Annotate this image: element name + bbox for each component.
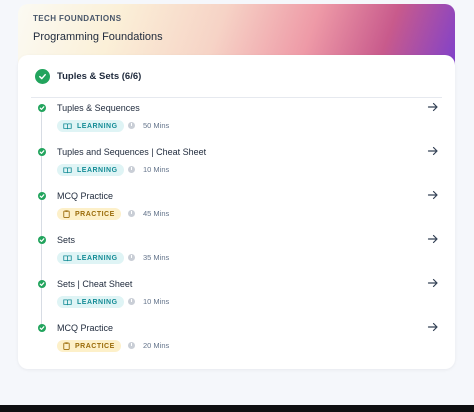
module-panel: Tuples & Sets (6/6) Tuples & Sequences L… [18, 55, 455, 369]
complete-check-icon [38, 192, 46, 200]
item-duration: 20 Mins [143, 341, 170, 350]
arrow-right-icon[interactable] [427, 145, 439, 157]
learning-badge: LEARNING [57, 296, 124, 308]
clock-icon [128, 254, 135, 261]
complete-check-icon [38, 236, 46, 244]
practice-badge: PRACTICE [57, 340, 121, 352]
arrow-right-icon[interactable] [427, 189, 439, 201]
item-duration: 35 Mins [143, 253, 170, 262]
book-icon [63, 122, 72, 129]
badge-label: PRACTICE [75, 210, 115, 218]
item-duration: 50 Mins [143, 121, 170, 130]
badge-label: LEARNING [77, 122, 118, 130]
clock-icon [128, 122, 135, 129]
complete-check-icon [38, 324, 46, 332]
list-item[interactable]: Tuples and Sequences | Cheat Sheet LEARN… [18, 145, 455, 191]
practice-badge: PRACTICE [57, 208, 121, 220]
arrow-right-icon[interactable] [427, 101, 439, 113]
badge-label: LEARNING [77, 298, 118, 306]
complete-check-icon [38, 104, 46, 112]
section-title: Tuples & Sets (6/6) [57, 71, 142, 82]
course-category: TECH FOUNDATIONS [33, 14, 122, 23]
learning-badge: LEARNING [57, 120, 124, 132]
section-complete-check-icon [35, 69, 50, 84]
item-title[interactable]: Tuples and Sequences | Cheat Sheet [57, 147, 206, 157]
item-duration: 10 Mins [143, 297, 170, 306]
item-title[interactable]: Sets | Cheat Sheet [57, 279, 132, 289]
divider [31, 97, 442, 98]
clock-icon [128, 166, 135, 173]
item-title[interactable]: Tuples & Sequences [57, 103, 140, 113]
list-item[interactable]: Sets LEARNING 35 Mins [18, 233, 455, 279]
clock-icon [128, 298, 135, 305]
arrow-right-icon[interactable] [427, 321, 439, 333]
badge-label: LEARNING [77, 166, 118, 174]
list-item[interactable]: Sets | Cheat Sheet LEARNING 10 Mins [18, 277, 455, 323]
section-header[interactable]: Tuples & Sets (6/6) [35, 69, 141, 84]
list-item[interactable]: Tuples & Sequences LEARNING 50 Mins [18, 101, 455, 147]
complete-check-icon [38, 148, 46, 156]
item-duration: 10 Mins [143, 165, 170, 174]
item-title[interactable]: Sets [57, 235, 75, 245]
list-item[interactable]: MCQ Practice PRACTICE 45 Mins [18, 189, 455, 235]
list-item[interactable]: MCQ Practice PRACTICE 20 Mins [18, 321, 455, 367]
badge-label: LEARNING [77, 254, 118, 262]
course-title: Programming Foundations [33, 31, 163, 43]
learning-badge: LEARNING [57, 252, 124, 264]
badge-label: PRACTICE [75, 342, 115, 350]
book-icon [63, 166, 72, 173]
item-title[interactable]: MCQ Practice [57, 191, 113, 201]
bottom-bar [0, 405, 474, 412]
book-icon [63, 254, 72, 261]
clipboard-icon [63, 210, 70, 218]
clock-icon [128, 210, 135, 217]
book-icon [63, 298, 72, 305]
complete-check-icon [38, 280, 46, 288]
item-title[interactable]: MCQ Practice [57, 323, 113, 333]
clipboard-icon [63, 342, 70, 350]
arrow-right-icon[interactable] [427, 277, 439, 289]
arrow-right-icon[interactable] [427, 233, 439, 245]
learning-badge: LEARNING [57, 164, 124, 176]
clock-icon [128, 342, 135, 349]
item-duration: 45 Mins [143, 209, 170, 218]
